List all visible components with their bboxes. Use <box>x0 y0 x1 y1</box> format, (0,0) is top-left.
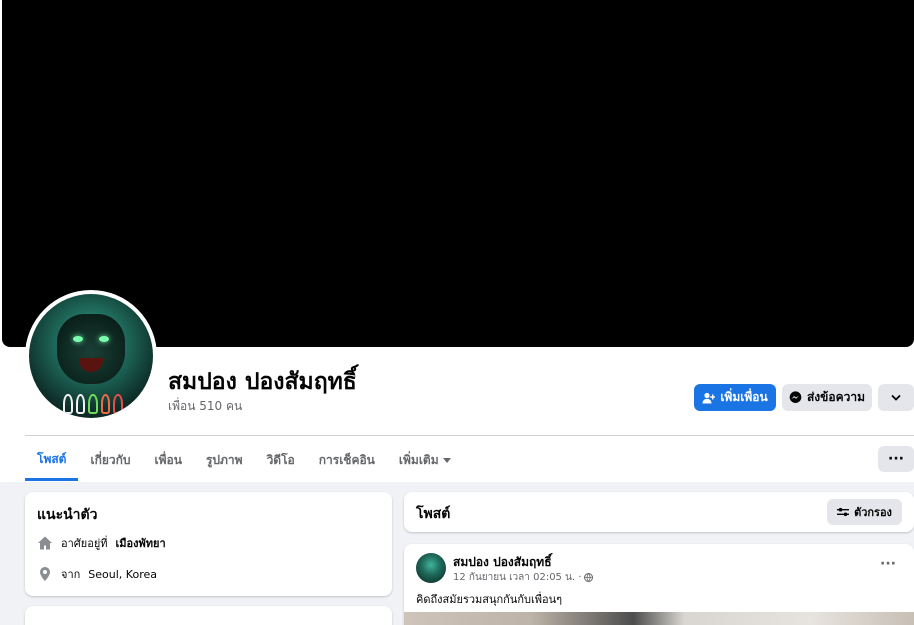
filter-button[interactable]: ตัวกรอง <box>827 499 902 525</box>
post-text: คิดถึงสมัยรวมสนุกกันกับเพื่อนๆ <box>416 593 563 606</box>
intro-lives-in: อาศัยอยู่ที่ เมืองพัทยา <box>37 534 166 552</box>
tab-label: เพื่อน <box>154 452 182 467</box>
intro-title: แนะนำตัว <box>37 507 98 523</box>
chevron-down-icon <box>891 394 901 401</box>
sliders-icon <box>837 507 850 517</box>
lives-prefix: อาศัยอยู่ที่ <box>61 537 108 550</box>
caret-down-icon <box>442 457 451 463</box>
profile-more-button[interactable] <box>878 384 914 411</box>
tab-label: การเช็คอิน <box>318 452 375 467</box>
post-card: สมปอง ปองสัมฤทธิ์ 12 กันยายน เวลา 02:05 … <box>404 544 914 625</box>
tiger-mouth <box>79 358 103 372</box>
tab-friends[interactable]: เพื่อน <box>143 440 194 480</box>
profile-header: สมปอง ปองสัมฤทธิ์ เพื่อน 510 คน เพิ่มเพื… <box>0 0 914 482</box>
profile-avatar[interactable] <box>25 290 157 422</box>
globe-icon <box>584 573 594 582</box>
tab-about[interactable]: เกี่ยวกับ <box>78 440 142 480</box>
tab-label: โพสต์ <box>37 451 67 466</box>
tab-label: วิดีโอ <box>266 452 295 467</box>
add-friend-icon <box>702 392 716 404</box>
people-figures <box>63 394 123 414</box>
tiger-eye <box>99 336 109 342</box>
message-label: ส่งข้อความ <box>806 390 865 404</box>
post-meta: 12 กันยายน เวลา 02:05 น. · <box>453 570 594 585</box>
tabs-more-options-button[interactable]: ··· <box>878 446 914 472</box>
tab-label: เกี่ยวกับ <box>90 452 131 467</box>
tab-photos[interactable]: รูปภาพ <box>194 440 255 480</box>
tab-posts[interactable]: โพสต์ <box>25 440 79 481</box>
post-author-avatar[interactable] <box>416 553 446 583</box>
post-time[interactable]: 12 กันยายน เวลา 02:05 น. · <box>453 570 581 585</box>
friend-count[interactable]: เพื่อน 510 คน <box>168 397 242 416</box>
home-icon <box>37 535 53 551</box>
post-options-button[interactable]: ··· <box>880 556 896 572</box>
tab-label: รูปภาพ <box>205 452 243 467</box>
header-divider <box>25 435 914 436</box>
add-friend-button[interactable]: เพิ่มเพื่อน <box>694 384 776 411</box>
tiger-eye <box>73 336 83 342</box>
tab-checkins[interactable]: การเช็คอิน <box>307 440 387 480</box>
from-prefix: จาก <box>61 568 81 581</box>
filter-label: ตัวกรอง <box>854 506 892 519</box>
tiger-illustration <box>57 314 125 384</box>
tab-label: เพิ่มเติม <box>398 452 439 467</box>
posts-title: โพสต์ <box>416 506 451 522</box>
location-pin-icon <box>37 566 53 582</box>
add-friend-label: เพิ่มเพื่อน <box>720 390 768 404</box>
profile-tabs: โพสต์ เกี่ยวกับ เพื่อน รูปภาพ วิดีโอ การ… <box>25 440 463 482</box>
intro-from: จาก Seoul, Korea <box>37 565 157 583</box>
lives-city[interactable]: เมืองพัทยา <box>116 534 166 552</box>
second-left-card <box>25 606 392 625</box>
post-image[interactable] <box>404 612 914 625</box>
cover-photo[interactable] <box>2 0 914 347</box>
avatar-image <box>29 294 153 418</box>
tab-more[interactable]: เพิ่มเติม <box>387 440 463 480</box>
profile-name: สมปอง ปองสัมฤทธิ์ <box>168 369 357 395</box>
messenger-icon <box>789 391 802 404</box>
tab-videos[interactable]: วิดีโอ <box>255 440 307 480</box>
posts-header-card: โพสต์ ตัวกรอง <box>404 492 914 532</box>
message-button[interactable]: ส่งข้อความ <box>782 384 872 411</box>
from-city[interactable]: Seoul, Korea <box>88 568 157 581</box>
